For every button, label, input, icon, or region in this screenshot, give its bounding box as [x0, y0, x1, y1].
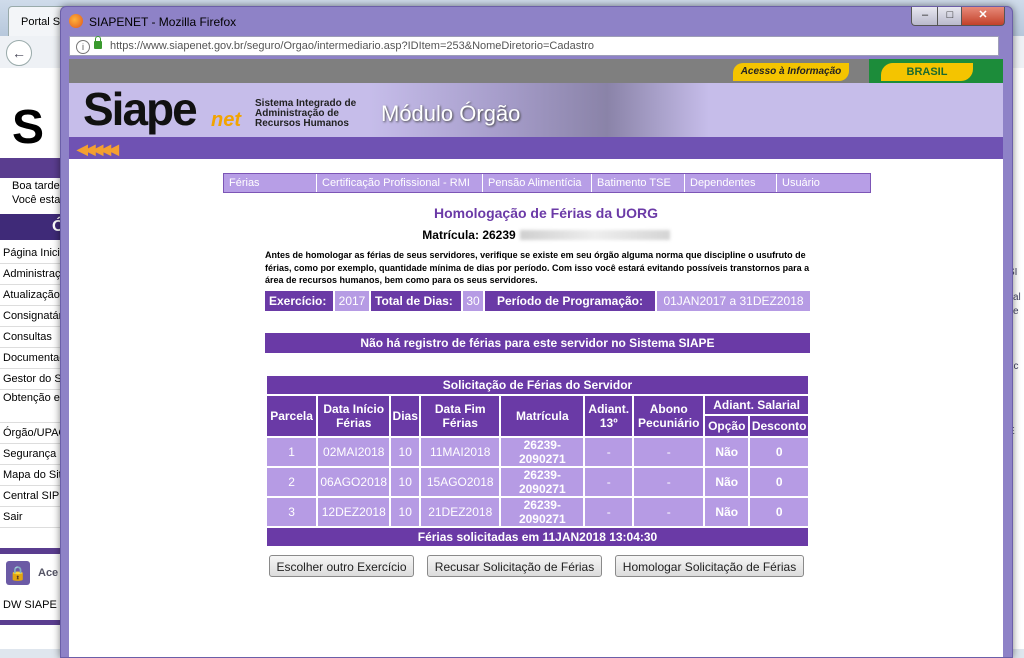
column-header: Adiant. Salarial — [703, 394, 810, 416]
column-header: Dias — [389, 394, 422, 438]
matricula-cell: 26239-2090271 — [499, 436, 586, 468]
dias-cell: 10 — [389, 496, 422, 528]
lock-icon: 🔒 — [6, 561, 30, 585]
table-caption: Solicitação de Férias do Servidor — [265, 374, 810, 396]
close-button[interactable]: ✕ — [961, 7, 1005, 26]
padlock-icon — [94, 36, 102, 49]
info-icon[interactable]: i — [76, 40, 90, 54]
page-content: Acesso à Informação BRASIL Siape net Sis… — [69, 59, 1003, 657]
desconto-cell: 0 — [748, 496, 810, 528]
greeting-line: Boa tarde — [12, 180, 60, 192]
table-row: 2 06AGO2018 10 15AGO2018 26239-2090271 -… — [264, 466, 810, 498]
periodo-value: 01JAN2017 a 31DEZ2018 — [657, 291, 810, 311]
table-row: 3 12DEZ2018 10 21DEZ2018 26239-2090271 -… — [264, 496, 810, 528]
parcela-cell: 3 — [264, 496, 319, 528]
parcela-cell: 1 — [264, 436, 319, 468]
column-header: Abono Pecuniário — [632, 394, 706, 438]
refuse-request-button[interactable]: Recusar Solicitação de Férias — [427, 555, 602, 577]
siape-logo: Siape — [83, 83, 198, 135]
window-title-text: SIAPENET - Mozilla Firefox — [89, 15, 237, 29]
homologation-note: Antes de homologar as férias de seus ser… — [265, 250, 810, 285]
brasil-link[interactable]: BRASIL — [881, 63, 973, 81]
desconto-cell: 0 — [748, 436, 810, 468]
module-title: Módulo Órgão — [381, 101, 521, 126]
background-logo: S — [12, 101, 45, 154]
tab-certificacao[interactable]: Certificação Profissional - RMI — [317, 174, 483, 192]
exercicio-label: Exercício: — [265, 291, 335, 311]
greeting-line: Você esta — [12, 194, 61, 206]
choose-exercise-button[interactable]: Escolher outro Exercício — [269, 555, 414, 577]
tab-pensao[interactable]: Pensão Alimentícia — [483, 174, 592, 192]
data-fim-cell: 21DEZ2018 — [419, 496, 502, 528]
tab-ferias[interactable]: Férias — [224, 174, 317, 192]
matricula-cell: 26239-2090271 — [499, 496, 586, 528]
abono-cell: - — [632, 466, 706, 498]
column-header: Adiant. 13º — [583, 394, 635, 438]
request-timestamp: Férias solicitadas em 11JAN2018 13:04:30 — [265, 526, 810, 548]
opcao-cell: Não — [703, 466, 751, 498]
tab-bar: Férias Certificação Profissional - RMI P… — [223, 173, 871, 193]
minimize-button[interactable]: – — [911, 7, 939, 26]
matricula-label: Matrícula: — [422, 228, 479, 242]
tab-usuario[interactable]: Usuário — [777, 174, 870, 192]
tab-dependentes[interactable]: Dependentes — [685, 174, 777, 192]
total-dias-value: 30 — [463, 291, 485, 311]
table-row: 1 02MAI2018 10 11MAI2018 26239-2090271 -… — [264, 436, 810, 468]
column-header: Parcela — [264, 394, 319, 438]
system-name: Sistema Integrado de Administração de Re… — [255, 99, 356, 129]
background-greeting: Boa tarde Você esta — [12, 179, 60, 207]
url-bar[interactable]: i https://www.siapenet.gov.br/seguro/Orga… — [69, 36, 999, 56]
header-purple-bar — [69, 137, 1003, 159]
column-header: Desconto — [748, 414, 810, 438]
desconto-cell: 0 — [748, 466, 810, 498]
background-tab[interactable]: Portal SIAPE — [8, 6, 68, 36]
siape-logo-net: net — [211, 109, 241, 131]
data-inicio-cell: 02MAI2018 — [316, 436, 392, 468]
adiant-13-cell: - — [583, 496, 635, 528]
adiant-13-cell: - — [583, 436, 635, 468]
matricula-value: 26239 — [482, 228, 516, 242]
column-header: Matrícula — [499, 394, 586, 438]
info-bar: Exercício: 2017 Total de Dias: 30 Períod… — [265, 291, 810, 311]
data-fim-cell: 11MAI2018 — [419, 436, 502, 468]
system-name-line: Recursos Humanos — [255, 118, 349, 129]
approve-request-button[interactable]: Homologar Solicitação de Férias — [615, 555, 804, 577]
matricula-line: Matrícula: 26239 — [223, 228, 869, 242]
redacted-name — [519, 230, 670, 240]
acesso-informacao-link[interactable]: Acesso à Informação — [733, 63, 849, 81]
maximize-button[interactable]: □ — [937, 7, 963, 26]
window-title: SIAPENET - Mozilla Firefox — [69, 12, 236, 32]
tab-batimento-tse[interactable]: Batimento TSE — [592, 174, 685, 192]
opcao-cell: Não — [703, 436, 751, 468]
background-acesso-label[interactable]: Ace — [38, 567, 58, 579]
abono-cell: - — [632, 436, 706, 468]
data-fim-cell: 15AGO2018 — [419, 466, 502, 498]
gov-bar — [69, 59, 1003, 83]
abono-cell: - — [632, 496, 706, 528]
back-arrow-icon[interactable]: ← — [6, 40, 32, 66]
exercicio-value: 2017 — [335, 291, 371, 311]
column-header: Data Fim Férias — [419, 394, 502, 438]
no-record-banner: Não há registro de férias para este serv… — [265, 333, 810, 353]
total-dias-label: Total de Dias: — [371, 291, 463, 311]
periodo-label: Período de Programação: — [485, 291, 657, 311]
siapenet-header: Siape net Sistema Integrado de Administr… — [69, 83, 1003, 137]
column-header: Data Início Férias — [316, 394, 392, 438]
adiant-13-cell: - — [583, 466, 635, 498]
opcao-cell: Não — [703, 496, 751, 528]
dias-cell: 10 — [389, 466, 422, 498]
url-text[interactable]: https://www.siapenet.gov.br/seguro/Orgao… — [110, 40, 594, 52]
data-inicio-cell: 06AGO2018 — [316, 466, 392, 498]
back-arrows-icon[interactable]: ◀◀◀◀◀ — [77, 141, 119, 158]
data-inicio-cell: 12DEZ2018 — [316, 496, 392, 528]
matricula-cell: 26239-2090271 — [499, 466, 586, 498]
firefox-icon — [69, 14, 83, 28]
section-letter: Ó — [52, 218, 65, 235]
vacation-requests-table: Solicitação de Férias do Servidor Parcel… — [264, 374, 810, 548]
column-header: Opção — [703, 414, 751, 438]
popup-browser-window: SIAPENET - Mozilla Firefox – □ ✕ i https:… — [60, 6, 1013, 658]
page-title: Homologação de Férias da UORG — [433, 205, 659, 221]
parcela-cell: 2 — [264, 466, 319, 498]
dias-cell: 10 — [389, 436, 422, 468]
